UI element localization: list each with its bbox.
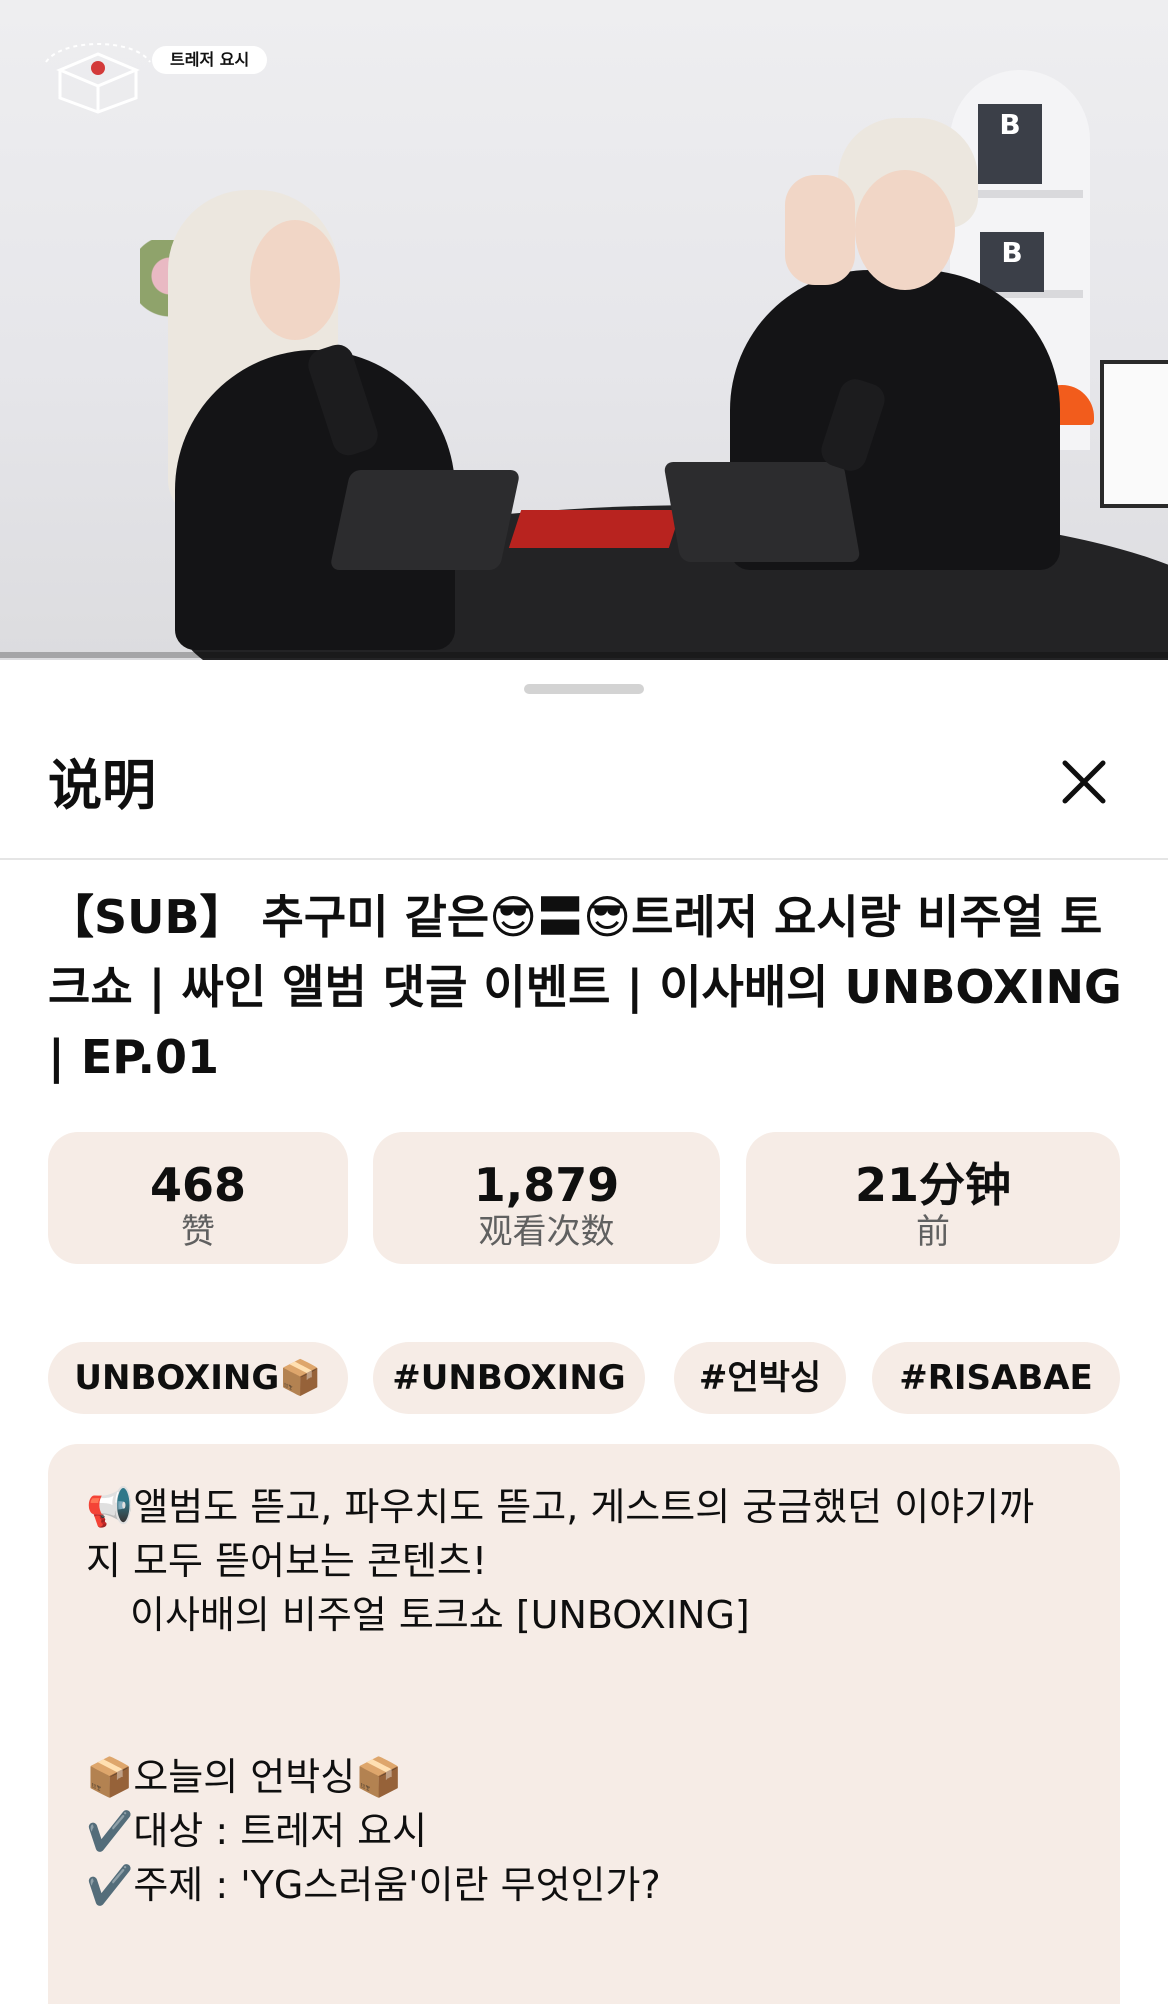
description-line: ✔️주제 : 'YG스러움'이란 무엇인가? <box>86 1863 661 1907</box>
description-line: ✔️대상 : 트레저 요시 <box>86 1809 428 1853</box>
hashtag-row: UNBOXING📦 #UNBOXING #언박싱 #RISABAE <box>48 1342 1120 1414</box>
description-spacer <box>86 1642 1082 1750</box>
red-album <box>508 510 682 548</box>
video-player[interactable]: B B 트레저 요시 <box>0 0 1168 660</box>
background-magazine: B <box>980 232 1044 292</box>
tag-chip[interactable]: #언박싱 <box>674 1342 846 1414</box>
host-face <box>250 220 340 340</box>
sheet-divider <box>0 858 1168 860</box>
video-progress-bar[interactable] <box>0 652 1168 658</box>
description-line: 지 모두 뜯어보는 콘텐츠! <box>86 1539 488 1583</box>
likes-count: 468 <box>149 1158 247 1212</box>
video-title: 【SUB】 추구미 같은😎〓😎트레저 요시랑 비주얼 토크쇼 | 싸인 앨범 댓… <box>48 890 1122 1084</box>
tag-chip[interactable]: #UNBOXING <box>373 1342 645 1414</box>
views-label: 观看次数 <box>478 1212 615 1252</box>
sheet-drag-handle[interactable] <box>524 684 644 694</box>
description-line: 이사배의 비주얼 토크쇼 [UNBOXING] <box>130 1593 750 1637</box>
host-tablet <box>329 470 521 570</box>
tag-chip[interactable]: #RISABAE <box>872 1342 1120 1414</box>
upload-time-value: 21分钟 <box>854 1158 1011 1212</box>
sheet-title: 说明 <box>48 754 156 817</box>
video-stats: 468 赞 1,879 观看次数 21分钟 前 <box>48 1132 1120 1264</box>
description-line: 📢앨범도 뜯고, 파우치도 뜯고, 게스트의 궁금했던 이야기까 <box>86 1485 1035 1529</box>
unboxing-logo-icon <box>45 43 151 114</box>
description-box: 📢앨범도 뜯고, 파우치도 뜯고, 게스트의 궁금했던 이야기까 지 모두 뜯어… <box>48 1444 1120 2004</box>
background-magazine: B <box>978 104 1042 184</box>
guest-face <box>855 170 955 290</box>
guest-tablet <box>663 462 861 562</box>
close-button[interactable] <box>1056 754 1112 810</box>
description-section-title: 📦오늘의 언박싱📦 <box>86 1755 403 1799</box>
background-frame <box>1100 360 1168 508</box>
likes-stat: 468 赞 <box>48 1132 348 1264</box>
guest-name-tag: 트레저 요시 <box>152 46 268 74</box>
views-count: 1,879 <box>473 1158 620 1212</box>
views-stat: 1,879 观看次数 <box>373 1132 720 1264</box>
upload-time-stat: 21分钟 前 <box>746 1132 1120 1264</box>
description-sheet: 说明 【SUB】 추구미 같은😎〓😎트레저 요시랑 비주얼 토크쇼 | 싸인 앨… <box>0 660 1168 2004</box>
upload-time-label: 前 <box>916 1212 950 1252</box>
close-icon <box>1062 760 1106 804</box>
guest-hands <box>785 175 855 285</box>
likes-label: 赞 <box>181 1212 215 1252</box>
tag-chip[interactable]: UNBOXING📦 <box>48 1342 348 1414</box>
